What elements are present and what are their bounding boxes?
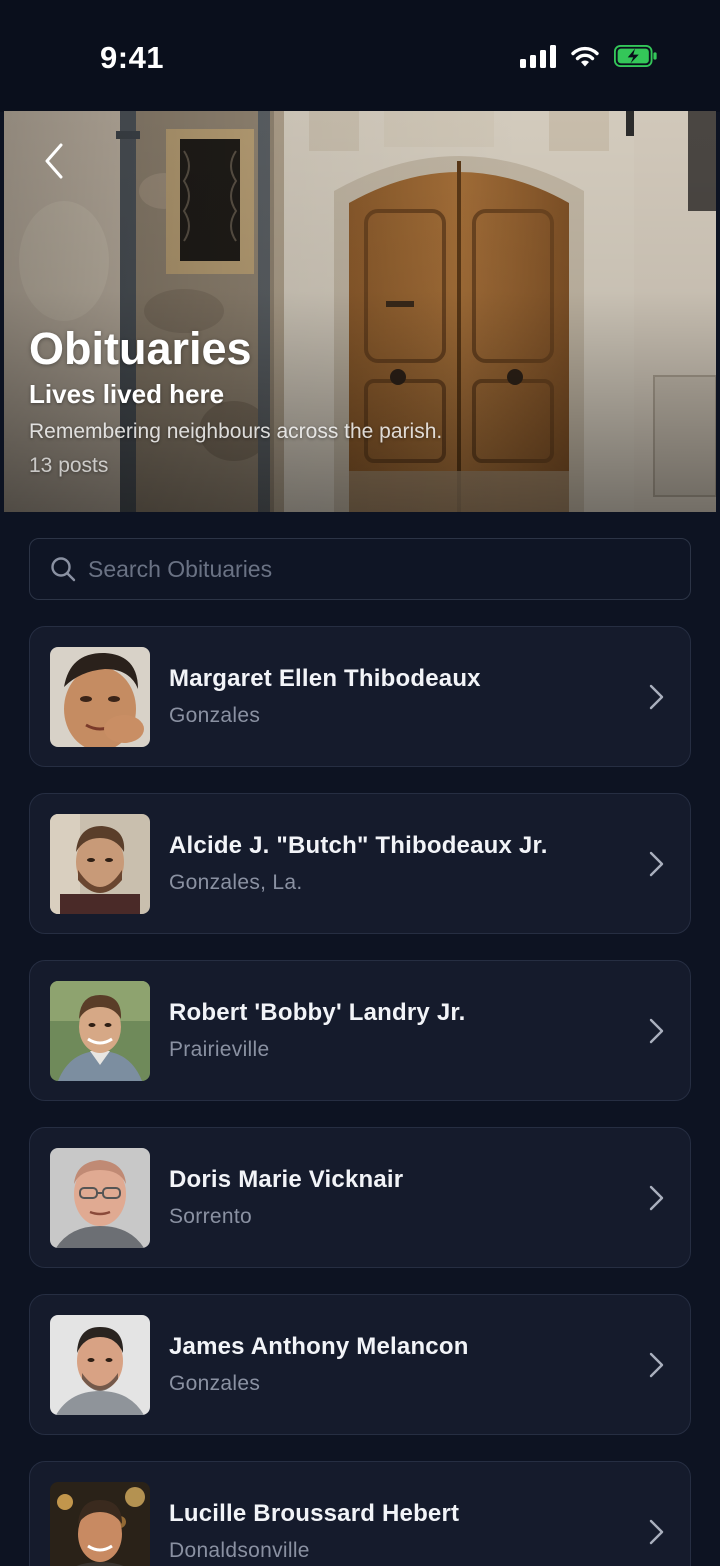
hero-banner: Obituaries Lives lived here Remembering … <box>4 111 716 512</box>
obituary-list: Margaret Ellen Thibodeaux Gonzales Alcid… <box>29 626 691 1566</box>
obituary-name: James Anthony Melancon <box>169 1332 469 1360</box>
obituary-location: Gonzales <box>169 703 261 727</box>
avatar <box>50 813 150 914</box>
obituary-location: Prairieville <box>169 1037 270 1061</box>
obituary-name: Robert 'Bobby' Landry Jr. <box>169 998 466 1026</box>
battery-charging-icon <box>614 45 657 67</box>
chevron-right-icon <box>649 1519 664 1544</box>
chevron-right-icon <box>649 851 664 876</box>
list-item[interactable]: Alcide J. "Butch" Thibodeaux Jr. Gonzale… <box>29 793 691 934</box>
obituaries-screen: 9:41 Obituaries Lives lived here Remembe… <box>0 0 720 1566</box>
list-item[interactable]: Robert 'Bobby' Landry Jr. Prairieville <box>29 960 691 1101</box>
obituary-name: Lucille Broussard Hebert <box>169 1499 460 1527</box>
page-subtitle: Lives lived here <box>29 379 225 409</box>
avatar <box>50 1481 150 1566</box>
avatar <box>50 1314 150 1415</box>
list-item[interactable]: Margaret Ellen Thibodeaux Gonzales <box>29 626 691 767</box>
list-item[interactable]: Lucille Broussard Hebert Donaldsonville <box>29 1461 691 1566</box>
chevron-right-icon <box>649 684 664 709</box>
wifi-icon <box>571 46 599 66</box>
search-bar[interactable] <box>29 538 691 600</box>
status-icons <box>520 44 658 68</box>
list-item[interactable]: Doris Marie Vicknair Sorrento <box>29 1127 691 1268</box>
cellular-signal-icon <box>520 44 556 68</box>
chevron-right-icon <box>649 1352 664 1377</box>
status-bar: 9:41 <box>0 0 720 112</box>
search-input[interactable] <box>88 555 690 583</box>
page-description: Remembering neighbours across the parish… <box>29 420 443 443</box>
obituary-name: Doris Marie Vicknair <box>169 1165 404 1193</box>
page-title: Obituaries <box>29 323 252 374</box>
avatar <box>50 1147 150 1248</box>
status-time: 9:41 <box>100 40 165 75</box>
obituary-location: Gonzales <box>169 1371 261 1395</box>
avatar <box>50 980 150 1081</box>
avatar <box>50 646 150 747</box>
obituary-location: Sorrento <box>169 1204 252 1228</box>
obituary-location: Donaldsonville <box>169 1538 310 1562</box>
back-button[interactable] <box>34 141 74 181</box>
search-icon <box>51 557 76 582</box>
list-item[interactable]: James Anthony Melancon Gonzales <box>29 1294 691 1435</box>
obituary-location: Gonzales, La. <box>169 870 303 894</box>
chevron-right-icon <box>649 1018 664 1043</box>
post-count: 13 posts <box>29 454 109 477</box>
obituary-name: Alcide J. "Butch" Thibodeaux Jr. <box>169 831 548 859</box>
chevron-right-icon <box>649 1185 664 1210</box>
obituary-name: Margaret Ellen Thibodeaux <box>169 664 481 692</box>
hero-text-block: Obituaries Lives lived here Remembering … <box>29 323 686 481</box>
chevron-left-icon <box>45 143 63 179</box>
